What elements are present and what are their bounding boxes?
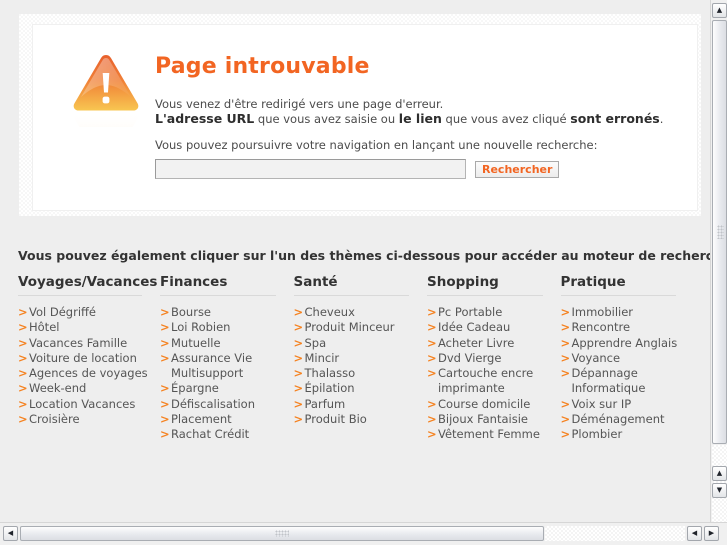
theme-link[interactable]: Mincir [294, 351, 428, 367]
error-line-2-text-a: que vous avez saisie ou [254, 112, 399, 126]
theme-link[interactable]: Voiture de location [18, 351, 159, 367]
theme-link[interactable]: Mutuelle [160, 336, 294, 352]
theme-link[interactable]: Hôtel [18, 320, 159, 336]
theme-column-shopping: Shopping Pc Portable Idée Cadeau Acheter… [427, 274, 561, 443]
page-content: Page introuvable Vous venez d'être redir… [0, 0, 710, 522]
column-links: Vol Dégriffé Hôtel Vacances Famille Voit… [18, 305, 160, 428]
theme-link[interactable]: Défiscalisation [160, 397, 294, 413]
horizontal-scrollbar[interactable]: ◀ ◀ ▶ [0, 522, 727, 545]
theme-column-sante: Santé Cheveux Produit Minceur Spa Mincir… [293, 274, 428, 443]
error-panel: Page introuvable Vous venez d'être redir… [33, 25, 697, 210]
search-row: Rechercher [155, 159, 560, 179]
scroll-left-button[interactable]: ◀ [3, 526, 18, 541]
error-line-2-period: . [659, 112, 664, 126]
column-title: Shopping [427, 274, 543, 296]
theme-link[interactable]: Bijoux Fantaisie [427, 412, 561, 428]
search-button[interactable]: Rechercher [475, 160, 560, 178]
error-line-2-link: le lien [398, 111, 442, 126]
theme-link[interactable]: Agences de voyages [18, 366, 159, 382]
theme-link[interactable]: Bourse [160, 305, 294, 321]
theme-link[interactable]: Cartouche encre imprimante [427, 366, 561, 397]
column-title: Santé [293, 274, 409, 296]
column-title: Pratique [560, 274, 676, 296]
scroll-down-button[interactable]: ▼ [712, 483, 727, 498]
theme-link[interactable]: Déménagement [561, 412, 695, 428]
theme-link[interactable]: Vêtement Femme [427, 427, 561, 443]
scrollbar-grip-icon [717, 225, 724, 239]
theme-link[interactable]: Location Vacances [18, 397, 159, 413]
theme-link[interactable]: Produit Bio [294, 412, 428, 428]
theme-link[interactable]: Produit Minceur [294, 320, 428, 336]
scroll-right-button[interactable]: ▶ [704, 526, 719, 541]
theme-link[interactable]: Placement [160, 412, 294, 428]
horizontal-scrollbar-thumb[interactable] [20, 526, 544, 541]
vertical-scrollbar[interactable]: ▲ ▲ ▼ [710, 0, 727, 545]
theme-link[interactable]: Dépannage Informatique [561, 366, 695, 397]
theme-link[interactable]: Apprendre Anglais [561, 336, 695, 352]
themes-intro: Vous pouvez également cliquer sur l'un d… [18, 248, 710, 263]
theme-link[interactable]: Rachat Crédit [160, 427, 294, 443]
theme-link[interactable]: Thalasso [294, 366, 428, 382]
column-links: Pc Portable Idée Cadeau Acheter Livre Dv… [427, 305, 561, 443]
scroll-left-button-right[interactable]: ◀ [687, 526, 702, 541]
theme-link[interactable]: Croisière [18, 412, 159, 428]
theme-link[interactable]: Acheter Livre [427, 336, 561, 352]
vertical-scrollbar-thumb[interactable] [712, 20, 727, 444]
theme-column-finances: Finances Bourse Loi Robien Mutuelle Assu… [160, 274, 294, 443]
column-links: Cheveux Produit Minceur Spa Mincir Thala… [294, 305, 428, 428]
warning-triangle-icon [69, 49, 143, 167]
theme-link[interactable]: Loi Robien [160, 320, 294, 336]
error-line-2-wrong: sont erronés [570, 111, 660, 126]
theme-column-voyages-vacances: Voyages/Vacances Vol Dégriffé Hôtel Vaca… [18, 274, 160, 443]
scrollbar-grip-icon [275, 530, 289, 537]
column-title: Voyages/Vacances [18, 274, 157, 296]
theme-link[interactable]: Cheveux [294, 305, 428, 321]
theme-link[interactable]: Rencontre [561, 320, 695, 336]
error-title: Page introuvable [155, 54, 370, 79]
theme-link[interactable]: Assurance Vie Multisupport [160, 351, 294, 382]
theme-link[interactable]: Immobilier [561, 305, 695, 321]
horizontal-scrollbar-track[interactable] [545, 526, 685, 541]
theme-link[interactable]: Vol Dégriffé [18, 305, 159, 321]
theme-link[interactable]: Plombier [561, 427, 695, 443]
theme-link[interactable]: Voix sur IP [561, 397, 695, 413]
error-line-2: L'adresse URL que vous avez saisie ou le… [155, 111, 663, 127]
theme-link[interactable]: Spa [294, 336, 428, 352]
theme-link[interactable]: Épargne [160, 381, 294, 397]
column-links: Bourse Loi Robien Mutuelle Assurance Vie… [160, 305, 294, 443]
error-line-3: Vous pouvez poursuivre votre navigation … [155, 138, 598, 152]
theme-link[interactable]: Week-end [18, 381, 159, 397]
error-line-2-url: L'adresse URL [155, 111, 255, 126]
theme-link[interactable]: Épilation [294, 381, 428, 397]
error-line-2-text-b: que vous avez cliqué [441, 112, 571, 126]
scroll-up-button-bottom[interactable]: ▲ [712, 466, 727, 481]
browser-viewport: Page introuvable Vous venez d'être redir… [0, 0, 727, 545]
theme-link[interactable]: Vacances Famille [18, 336, 159, 352]
column-title: Finances [160, 274, 276, 296]
error-line-1: Vous venez d'être redirigé vers une page… [155, 97, 444, 111]
search-input[interactable] [155, 159, 466, 179]
column-links: Immobilier Rencontre Apprendre Anglais V… [561, 305, 695, 443]
theme-link[interactable]: Pc Portable [427, 305, 561, 321]
theme-link[interactable]: Dvd Vierge [427, 351, 561, 367]
themes-columns: Voyages/Vacances Vol Dégriffé Hôtel Vaca… [18, 274, 694, 443]
theme-link[interactable]: Voyance [561, 351, 695, 367]
scroll-up-button[interactable]: ▲ [712, 3, 727, 18]
theme-link[interactable]: Parfum [294, 397, 428, 413]
error-panel-frame: Page introuvable Vous venez d'être redir… [19, 14, 701, 216]
theme-link[interactable]: Idée Cadeau [427, 320, 561, 336]
theme-link[interactable]: Course domicile [427, 397, 561, 413]
theme-column-pratique: Pratique Immobilier Rencontre Apprendre … [560, 274, 695, 443]
